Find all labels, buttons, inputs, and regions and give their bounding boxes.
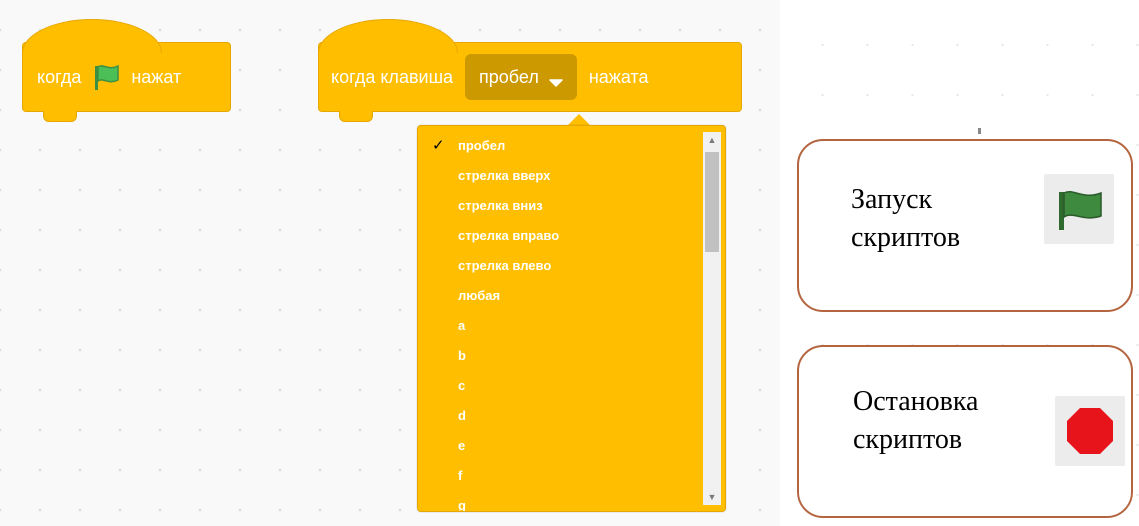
when-key-pressed-block[interactable]: когда клавиша пробел нажата xyxy=(318,19,742,122)
scroll-up-arrow-icon[interactable]: ▲ xyxy=(703,132,721,148)
dropdown-item[interactable]: стрелка вниз xyxy=(418,196,699,226)
block-text: нажата xyxy=(588,66,649,87)
hat-block-cap xyxy=(22,19,162,53)
green-flag-icon xyxy=(1044,174,1114,244)
when-flag-clicked-block[interactable]: когда нажат xyxy=(22,19,231,122)
dropdown-item[interactable]: b xyxy=(418,346,699,376)
scroll-thumb[interactable] xyxy=(705,152,719,252)
key-options-list: ✓ пробел стрелка вверх стрелка вниз стрел… xyxy=(418,136,699,511)
block-text: когда клавиша xyxy=(331,66,454,87)
key-select-value: пробел xyxy=(479,66,539,87)
check-icon: ✓ xyxy=(432,137,445,154)
scroll-down-arrow-icon[interactable]: ▼ xyxy=(703,489,721,505)
block-text: нажат xyxy=(131,66,182,87)
dropdown-item[interactable]: c xyxy=(418,376,699,406)
hat-block-notch xyxy=(339,111,373,122)
dropdown-item[interactable]: e xyxy=(418,436,699,466)
block-text: когда xyxy=(37,66,82,87)
dropdown-item[interactable]: a xyxy=(418,316,699,346)
dropdown-item[interactable]: f xyxy=(418,466,699,496)
key-select-dropdown[interactable]: пробел xyxy=(465,54,577,100)
stop-scripts-card: Остановка скриптов xyxy=(797,345,1133,518)
chevron-down-icon xyxy=(549,72,563,87)
dropdown-item[interactable]: стрелка вправо xyxy=(418,226,699,256)
green-flag-icon xyxy=(91,63,121,91)
dropdown-item[interactable]: d xyxy=(418,406,699,436)
dropdown-item[interactable]: ✓ пробел xyxy=(418,136,699,166)
hat-block-cap xyxy=(318,19,458,53)
red-stop-icon xyxy=(1055,396,1125,466)
card-label: Запуск скриптов xyxy=(851,184,961,253)
start-scripts-card: Запуск скриптов xyxy=(797,139,1133,312)
dropdown-scrollbar[interactable]: ▲ ▼ xyxy=(703,132,721,505)
card-label: Остановка скриптов xyxy=(853,386,979,455)
key-dropdown-menu[interactable]: ✓ пробел стрелка вверх стрелка вниз стрел… xyxy=(417,125,726,512)
hat-block-notch xyxy=(43,111,77,122)
divider-mark xyxy=(978,128,981,134)
scripts-workspace[interactable]: когда нажат когда клавиша пробел нажата … xyxy=(0,0,780,526)
dropdown-item[interactable]: стрелка влево xyxy=(418,256,699,286)
dropdown-item[interactable]: стрелка вверх xyxy=(418,166,699,196)
dropdown-item[interactable]: любая xyxy=(418,286,699,316)
dropdown-item[interactable]: g xyxy=(418,496,699,511)
